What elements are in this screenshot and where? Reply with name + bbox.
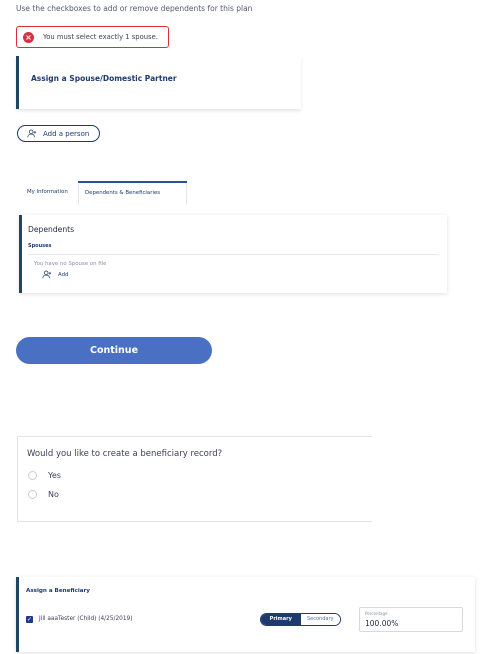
beneficiary-question-card: Would you like to create a beneficiary r… — [17, 436, 372, 522]
add-person-button[interactable]: Add a person — [17, 125, 100, 142]
info-tabs: My Information Dependents & Beneficiarie… — [18, 181, 188, 204]
percentage-value: 100.00% — [365, 619, 399, 628]
dependents-title: Dependents — [28, 225, 75, 234]
error-message: × You must select exactly 1 spouse. — [16, 26, 169, 48]
no-spouse-text: You have no Spouse on file — [34, 261, 107, 267]
continue-button[interactable]: Continue — [16, 337, 212, 364]
primary-secondary-toggle[interactable]: Primary Secondary — [260, 613, 341, 626]
yes-label: Yes — [48, 471, 61, 480]
yes-radio[interactable] — [28, 471, 37, 480]
beneficiary-question: Would you like to create a beneficiary r… — [27, 449, 223, 459]
assign-beneficiary-card: Assign a Beneficiary ✓ Jill aaaTester (C… — [16, 577, 475, 652]
add-spouse-label: Add — [58, 271, 69, 278]
divider — [28, 254, 439, 255]
percentage-label: Percentage — [365, 611, 388, 616]
add-spouse-link[interactable]: Add — [42, 270, 68, 279]
spouse-card-title: Assign a Spouse/Domestic Partner — [31, 74, 177, 83]
add-person-icon — [27, 129, 37, 138]
add-person-icon — [42, 270, 52, 279]
spouses-section-label: Spouses — [28, 243, 52, 249]
percentage-field[interactable]: Percentage 100.00% — [359, 607, 463, 632]
tab-dependents-beneficiaries[interactable]: Dependents & Beneficiaries — [78, 181, 187, 204]
secondary-option[interactable]: Secondary — [300, 614, 340, 625]
assign-beneficiary-title: Assign a Beneficiary — [26, 588, 90, 594]
add-person-label: Add a person — [43, 129, 90, 138]
beneficiary-checkbox[interactable]: ✓ — [26, 616, 33, 623]
primary-option[interactable]: Primary — [261, 614, 301, 625]
spouse-partner-card: Assign a Spouse/Domestic Partner — [16, 56, 301, 109]
error-x-icon: × — [23, 31, 34, 43]
dependents-card: Dependents Spouses You have no Spouse on… — [19, 215, 447, 293]
no-label: No — [48, 490, 59, 499]
beneficiary-name: Jill aaaTester (Child) (4/25/2019) — [39, 616, 133, 622]
radio-option-no[interactable]: No — [28, 490, 59, 499]
instructions-text: Use the checkboxes to add or remove depe… — [16, 4, 253, 13]
tab-my-information[interactable]: My Information — [27, 181, 68, 204]
radio-option-yes[interactable]: Yes — [28, 471, 61, 480]
no-radio[interactable] — [28, 490, 37, 499]
error-message-text: You must select exactly 1 spouse. — [43, 33, 158, 41]
